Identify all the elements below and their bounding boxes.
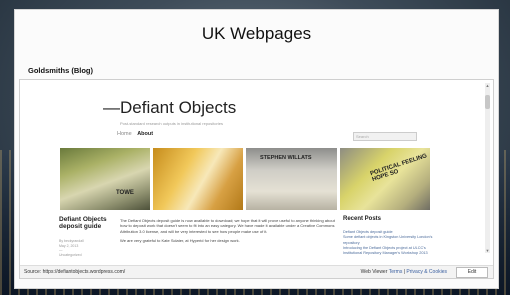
nav-about-link[interactable]: About — [137, 131, 153, 137]
photo-political-text: POLITICAL FEELING HOPE SO — [369, 153, 428, 183]
viewer-links: Web Viewer Terms | Privacy & Cookies — [361, 269, 447, 275]
scroll-down-icon[interactable]: ▼ — [485, 248, 490, 253]
recent-post-link[interactable]: Some defiant objects in Kingston Univers… — [343, 235, 438, 246]
nav-home-link[interactable]: Home — [117, 131, 132, 137]
post-category[interactable]: Uncategorized — [59, 253, 84, 258]
source-url: Source: https://defiantobjects.wordpress… — [24, 269, 126, 275]
privacy-link[interactable]: Privacy & Cookies — [406, 269, 447, 275]
web-viewer-label: Web Viewer — [360, 269, 388, 275]
post-meta: By beckyrandall May 2, 2013 — Uncategori… — [59, 239, 84, 257]
blog-title[interactable]: —Defiant Objects — [103, 98, 236, 118]
post-paragraph-1: The Defiant Objects deposit guide is now… — [120, 218, 335, 234]
blog-tagline: Post-standard research outputs in instit… — [120, 121, 223, 126]
recent-post-link[interactable]: Introducing the Defiant Objects project … — [343, 246, 438, 257]
search-input[interactable]: Search — [353, 132, 417, 141]
post-paragraph-2: We are very grateful to Kate Sclater, at… — [120, 238, 240, 244]
post-body: The Defiant Objects deposit guide is now… — [120, 218, 340, 244]
blog-nav: Home About — [117, 131, 153, 137]
post-author[interactable]: By beckyrandall — [59, 239, 84, 244]
recent-posts-title: Recent Posts — [343, 216, 382, 222]
slide-title: UK Webpages — [201, 24, 312, 43]
edit-button[interactable]: Edit — [456, 267, 488, 278]
photo-towel: TOWE — [60, 148, 150, 210]
web-viewer: —Defiant Objects Post-standard research … — [19, 79, 494, 279]
scroll-thumb[interactable] — [485, 95, 490, 109]
photo-political-feeling: POLITICAL FEELING HOPE SO — [340, 148, 430, 210]
viewer-footer: Source: https://defiantobjects.wordpress… — [20, 265, 493, 278]
slide-subtitle: Goldsmiths (Blog) — [28, 66, 93, 75]
scrollbar[interactable]: ▲ ▼ — [485, 83, 490, 253]
post-title[interactable]: Defiant Objects deposit guide — [59, 216, 119, 231]
scroll-up-icon[interactable]: ▲ — [485, 83, 490, 88]
photo-stephen-willats: STEPHEN WILLATS — [246, 148, 337, 210]
footer-separator: | — [403, 269, 406, 275]
photo-yellow-abstract — [153, 148, 243, 210]
recent-posts-list: Defiant Objects deposit guide Some defia… — [343, 230, 438, 257]
terms-link[interactable]: Terms — [389, 269, 403, 275]
photo-willats-text: STEPHEN WILLATS — [260, 155, 312, 161]
photo-towel-text: TOWE — [116, 190, 134, 196]
